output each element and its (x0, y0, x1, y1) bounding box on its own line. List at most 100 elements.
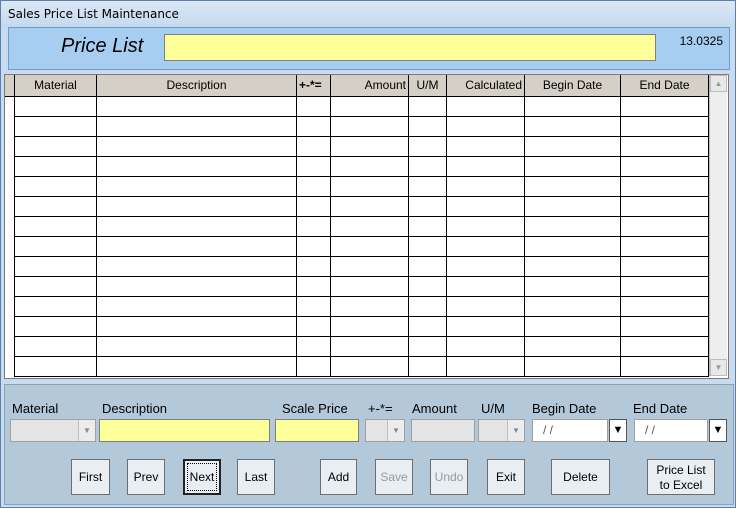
next-button[interactable]: Next (183, 459, 221, 495)
table-cell[interactable] (621, 177, 709, 197)
table-cell[interactable] (525, 217, 621, 237)
row-selector[interactable] (5, 177, 15, 197)
table-cell[interactable] (409, 237, 447, 257)
table-cell[interactable] (409, 277, 447, 297)
add-button[interactable]: Add (320, 459, 357, 495)
table-cell[interactable] (525, 277, 621, 297)
table-cell[interactable] (409, 137, 447, 157)
table-cell[interactable] (15, 97, 97, 117)
last-button[interactable]: Last (237, 459, 275, 495)
table-cell[interactable] (409, 177, 447, 197)
table-cell[interactable] (525, 157, 621, 177)
table-cell[interactable] (297, 317, 331, 337)
table-cell[interactable] (621, 117, 709, 137)
undo-button[interactable]: Undo (430, 459, 468, 495)
table-cell[interactable] (409, 117, 447, 137)
table-cell[interactable] (525, 97, 621, 117)
table-cell[interactable] (525, 117, 621, 137)
row-selector[interactable] (5, 357, 15, 377)
vertical-scrollbar[interactable]: ▲ ▼ (709, 75, 727, 376)
table-cell[interactable] (297, 97, 331, 117)
row-selector[interactable] (5, 257, 15, 277)
table-cell[interactable] (15, 197, 97, 217)
table-cell[interactable] (97, 357, 297, 377)
table-cell[interactable] (97, 237, 297, 257)
table-cell[interactable] (15, 217, 97, 237)
chevron-down-icon[interactable]: ▼ (387, 420, 404, 441)
table-cell[interactable] (409, 317, 447, 337)
column-header-operator[interactable]: +-*= (297, 75, 331, 97)
table-cell[interactable] (409, 257, 447, 277)
table-cell[interactable] (331, 137, 409, 157)
table-cell[interactable] (447, 117, 525, 137)
table-cell[interactable] (97, 137, 297, 157)
table-cell[interactable] (297, 277, 331, 297)
table-cell[interactable] (15, 177, 97, 197)
table-cell[interactable] (525, 237, 621, 257)
table-cell[interactable] (621, 137, 709, 157)
table-cell[interactable] (331, 117, 409, 137)
row-selector[interactable] (5, 277, 15, 297)
table-cell[interactable] (447, 277, 525, 297)
table-cell[interactable] (97, 97, 297, 117)
table-cell[interactable] (15, 117, 97, 137)
prev-button[interactable]: Prev (127, 459, 165, 495)
table-cell[interactable] (15, 337, 97, 357)
end-date-dropdown-icon[interactable]: ▼ (709, 419, 727, 442)
table-cell[interactable] (409, 217, 447, 237)
amount-field[interactable] (411, 419, 475, 442)
scroll-up-icon[interactable]: ▲ (710, 75, 727, 92)
price-list-input[interactable] (164, 34, 656, 61)
table-cell[interactable] (15, 357, 97, 377)
table-row[interactable] (5, 177, 709, 197)
table-cell[interactable] (97, 337, 297, 357)
table-row[interactable] (5, 337, 709, 357)
table-cell[interactable] (447, 317, 525, 337)
table-cell[interactable] (409, 337, 447, 357)
price-list-grid[interactable]: Material Description +-*= Amount U/M Cal… (4, 74, 729, 379)
table-cell[interactable] (621, 257, 709, 277)
table-cell[interactable] (409, 297, 447, 317)
description-field[interactable] (99, 419, 270, 442)
table-cell[interactable] (331, 297, 409, 317)
scroll-down-icon[interactable]: ▼ (710, 359, 727, 376)
table-cell[interactable] (297, 257, 331, 277)
table-row[interactable] (5, 197, 709, 217)
table-cell[interactable] (97, 277, 297, 297)
table-cell[interactable] (621, 317, 709, 337)
table-cell[interactable] (297, 157, 331, 177)
table-cell[interactable] (447, 237, 525, 257)
row-selector[interactable] (5, 197, 15, 217)
table-row[interactable] (5, 237, 709, 257)
table-cell[interactable] (621, 157, 709, 177)
table-row[interactable] (5, 217, 709, 237)
table-cell[interactable] (447, 297, 525, 317)
table-cell[interactable] (621, 217, 709, 237)
table-cell[interactable] (331, 157, 409, 177)
table-cell[interactable] (525, 257, 621, 277)
table-cell[interactable] (525, 177, 621, 197)
table-cell[interactable] (525, 297, 621, 317)
column-header-material[interactable]: Material (15, 75, 97, 97)
table-cell[interactable] (297, 197, 331, 217)
table-cell[interactable] (525, 357, 621, 377)
table-cell[interactable] (97, 217, 297, 237)
table-cell[interactable] (15, 137, 97, 157)
column-header-end-date[interactable]: End Date (621, 75, 709, 97)
table-cell[interactable] (297, 237, 331, 257)
table-row[interactable] (5, 157, 709, 177)
table-cell[interactable] (621, 237, 709, 257)
table-cell[interactable] (97, 257, 297, 277)
table-cell[interactable] (331, 357, 409, 377)
row-selector[interactable] (5, 217, 15, 237)
row-selector[interactable] (5, 337, 15, 357)
export-to-excel-button[interactable]: Price List to Excel (647, 459, 715, 495)
chevron-down-icon[interactable]: ▼ (507, 420, 524, 441)
table-cell[interactable] (447, 337, 525, 357)
table-cell[interactable] (15, 297, 97, 317)
table-cell[interactable] (97, 117, 297, 137)
table-row[interactable] (5, 257, 709, 277)
table-cell[interactable] (297, 357, 331, 377)
table-cell[interactable] (297, 117, 331, 137)
row-selector[interactable] (5, 137, 15, 157)
